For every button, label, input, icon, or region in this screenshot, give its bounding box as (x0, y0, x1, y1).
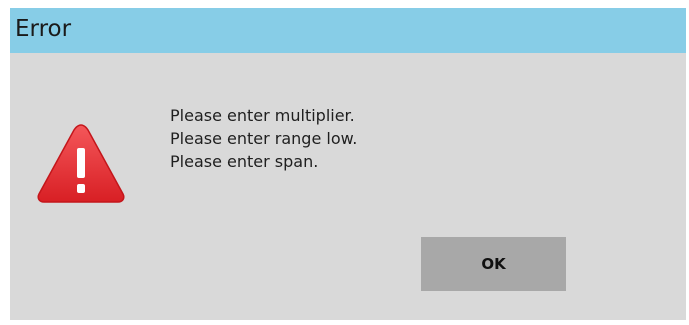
message-line-span: Please enter span. (170, 152, 319, 171)
error-message: Please enter multiplier. Please enter ra… (170, 104, 590, 173)
message-line-multiplier: Please enter multiplier. (170, 106, 355, 125)
ok-button[interactable]: OK (421, 237, 566, 291)
dialog-title: Error (15, 16, 72, 42)
dialog-titlebar: Error (10, 8, 686, 53)
error-dialog: Error Please enter multiplier. Please en… (10, 8, 686, 320)
warning-triangle-icon (37, 124, 125, 203)
message-line-range-low: Please enter range low. (170, 129, 358, 148)
